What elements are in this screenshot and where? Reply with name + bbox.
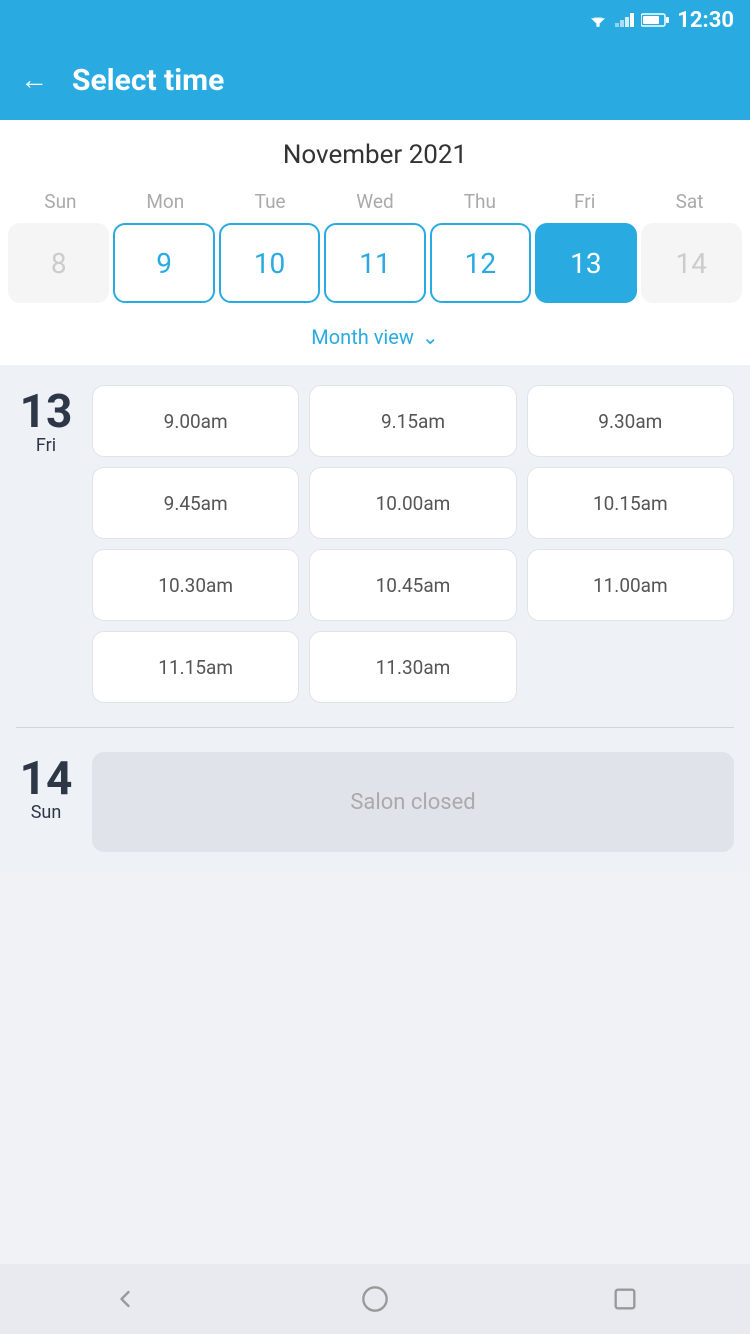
month-view-toggle[interactable]: Month view ⌄ [0,319,750,365]
day-number-13: 13 [20,389,73,435]
time-slot-7[interactable]: 10.45am [309,549,516,621]
calendar-section: November 2021 Sun Mon Tue Wed Thu Fri Sa… [0,120,750,365]
day-header-wed: Wed [323,186,428,223]
cal-day-11[interactable]: 11 [324,223,425,303]
day-label-13: 13 Fri [16,385,76,703]
calendar-days: 8 9 10 11 12 13 14 [0,223,750,319]
day-header-mon: Mon [113,186,218,223]
month-view-label: Month view [311,325,414,349]
nav-home-button[interactable] [355,1279,395,1319]
cal-day-8[interactable]: 8 [8,223,109,303]
day-block-14: 14 Sun Salon closed [16,752,734,852]
time-slot-10[interactable]: 11.30am [309,631,516,703]
day-name-14: Sun [31,802,62,823]
time-section: 13 Fri 9.00am 9.15am 9.30am 9.45am 10.00… [0,365,750,872]
day-block-13: 13 Fri 9.00am 9.15am 9.30am 9.45am 10.00… [16,385,734,703]
day-header-fri: Fri [532,186,637,223]
time-grid: 9.00am 9.15am 9.30am 9.45am 10.00am 10.1… [92,385,734,703]
day-header-thu: Thu [427,186,532,223]
time-slot-0[interactable]: 9.00am [92,385,299,457]
status-bar: 12:30 [0,0,750,40]
day-header-sat: Sat [637,186,742,223]
home-nav-icon [361,1285,389,1313]
cal-day-13[interactable]: 13 [535,223,636,303]
back-nav-icon [111,1285,139,1313]
bottom-nav [0,1264,750,1334]
time-slot-8[interactable]: 11.00am [527,549,734,621]
wifi-icon [587,13,609,27]
day-header-sun: Sun [8,186,113,223]
cal-day-14[interactable]: 14 [641,223,742,303]
day-label-14: 14 Sun [16,752,76,823]
time-slot-1[interactable]: 9.15am [309,385,516,457]
recent-nav-icon [611,1285,639,1313]
time-slot-9[interactable]: 11.15am [92,631,299,703]
cal-day-12[interactable]: 12 [430,223,531,303]
status-icons [587,13,669,27]
battery-icon [641,13,669,27]
salon-closed-message: Salon closed [92,752,734,852]
time-slot-6[interactable]: 10.30am [92,549,299,621]
cal-day-10[interactable]: 10 [219,223,320,303]
back-button[interactable]: ← [20,66,48,94]
day-header-tue: Tue [218,186,323,223]
header: ← Select time [0,40,750,120]
status-time: 12:30 [677,8,734,33]
chevron-down-icon: ⌄ [422,325,439,349]
time-slot-3[interactable]: 9.45am [92,467,299,539]
day-name-13: Fri [36,435,56,456]
day-headers: Sun Mon Tue Wed Thu Fri Sat [0,186,750,223]
month-year-label: November 2021 [0,140,750,170]
time-slot-4[interactable]: 10.00am [309,467,516,539]
nav-back-button[interactable] [105,1279,145,1319]
time-slot-5[interactable]: 10.15am [527,467,734,539]
time-slot-2[interactable]: 9.30am [527,385,734,457]
signal-icon [615,13,635,27]
divider [16,727,734,728]
cal-day-9[interactable]: 9 [113,223,214,303]
nav-recent-button[interactable] [605,1279,645,1319]
day-number-14: 14 [20,756,73,802]
page-title: Select time [72,63,224,98]
